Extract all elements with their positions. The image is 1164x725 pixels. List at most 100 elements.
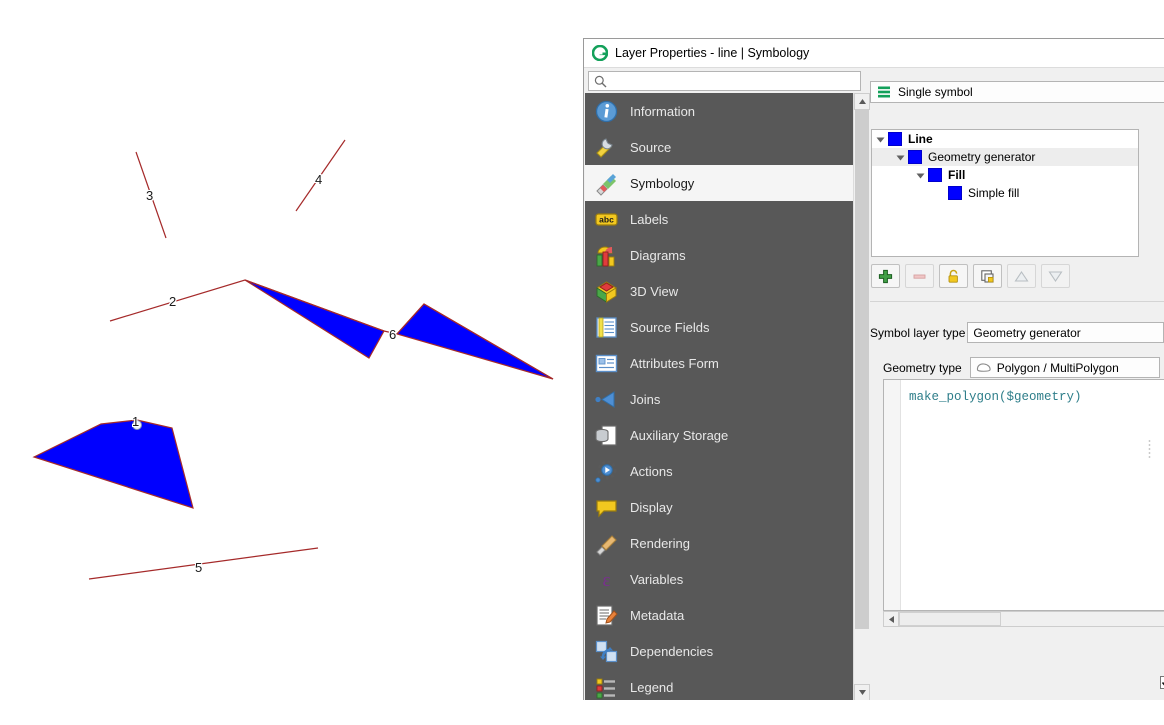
sidebar-item-label: Attributes Form [630,355,719,371]
geometry-type-value: Polygon / MultiPolygon [996,360,1119,375]
variables-epsilon-icon: ε [603,570,611,591]
sidebar-item-label: Joins [630,391,661,407]
sidebar-item-joins[interactable]: Joins [585,381,853,417]
remove-symbol-layer-button[interactable] [905,264,934,288]
sidebar-item-source[interactable]: Source [585,129,853,165]
symbol-color-swatch [908,150,922,164]
actions-gear-icon [595,459,617,483]
sidebar-scrollbar[interactable] [853,93,870,700]
renderer-type-combo[interactable]: Single symbol [870,81,1164,103]
sidebar-item-display[interactable]: Display [585,489,853,525]
sidebar-item-label: Diagrams [630,247,686,263]
sidebar-item-attributes-form[interactable]: Attributes Form [585,345,853,381]
sidebar-item-label: Symbology [630,175,695,191]
sidebar-item-diagrams[interactable]: Diagrams [585,237,853,273]
enable-layer-checkbox[interactable] [1160,675,1164,689]
sidebar-item-labels[interactable]: abc Labels [585,201,853,237]
map-features-layer [32,139,554,580]
splitter-handle[interactable] [1148,439,1153,461]
expression-text[interactable]: make_polygon($geometry) [909,390,1082,404]
sidebar-scroll-up-button[interactable] [854,93,870,110]
symbol-tree-label: Simple fill [968,186,1020,200]
panel-divider [870,301,1164,302]
symbol-tree-row[interactable]: Geometry generator [872,148,1138,166]
sidebar-item-label: 3D View [630,283,679,299]
sidebar-item-auxiliary-storage[interactable]: Auxiliary Storage [585,417,853,453]
tree-expand-arrow-icon[interactable] [876,135,885,144]
settings-sidebar[interactable]: Information Source Symbology abc Labels Diagr… [585,93,853,700]
auxiliary-storage-icon [595,424,617,446]
symbol-tree-row[interactable]: Line [872,130,1138,148]
sidebar-item-rendering[interactable]: Rendering [585,525,853,561]
arrow-down-icon [1048,270,1063,282]
map-feature-label-1: 1 [132,414,140,429]
sidebar-item-dependencies[interactable]: Dependencies [585,633,853,669]
sidebar-item-3d-view[interactable]: 3D View [585,273,853,309]
scroll-left-arrow-icon [888,615,894,623]
settings-search-row [585,69,864,91]
tree-expand-arrow-icon[interactable] [896,153,905,162]
3d-view-cube-icon [596,280,617,303]
arrow-up-icon [1014,270,1029,282]
sidebar-item-label: Variables [630,571,684,587]
symbol-tree-label: Fill [948,168,966,182]
duplicate-layer-button[interactable] [973,264,1002,288]
metadata-pencil-icon [596,604,618,626]
sidebar-item-actions[interactable]: Actions [585,453,853,489]
move-up-button[interactable] [1007,264,1036,288]
sidebar-item-information[interactable]: Information [585,93,853,129]
expression-horizontal-scrollbar[interactable] [883,611,1164,627]
map-feature-label-4: 4 [315,172,323,187]
geometry-type-combo[interactable]: Polygon / MultiPolygon [969,357,1160,378]
joins-icon [595,390,615,408]
geometry-type-label: Geometry type [883,360,962,375]
sidebar-scroll-thumb[interactable] [855,110,869,629]
sidebar-item-label: Legend [630,679,674,695]
search-input[interactable] [611,73,860,89]
sidebar-item-label: Auxiliary Storage [630,427,729,443]
symbol-layer-tree[interactable]: Line Geometry generator Fill Simple fill [871,129,1139,257]
svg-text:ε: ε [603,570,611,591]
rendering-brush-icon [596,534,617,556]
tree-expand-arrow-icon[interactable] [916,171,925,180]
symbol-tree-row[interactable]: Fill [872,166,1138,184]
move-down-button[interactable] [1041,264,1070,288]
symbol-layer-type-label: Symbol layer type [870,325,966,340]
dependencies-icon [595,640,618,662]
sidebar-item-legend[interactable]: Legend [585,669,853,700]
sidebar-item-source-fields[interactable]: Source Fields [585,309,853,345]
symbol-layer-type-value: Geometry generator [973,325,1081,340]
symbol-color-swatch [948,186,962,200]
sidebar-item-label: Source Fields [630,319,710,335]
symbology-bottom-controls: Enable layer Draw effects [1156,665,1164,700]
search-box[interactable] [588,71,861,91]
expression-scroll-left-button[interactable] [884,612,899,626]
geometry-expression-editor[interactable]: make_polygon($geometry) [883,379,1164,611]
add-symbol-layer-button[interactable] [871,264,900,288]
sidebar-item-label: Dependencies [630,643,714,659]
symbology-brush-icon [596,173,616,196]
sidebar-scroll-track[interactable] [854,629,870,684]
lock-layer-colors-button[interactable] [939,264,968,288]
map-canvas[interactable]: 1 2 3 4 5 6 [0,0,583,725]
map-feature-line-5 [88,547,319,580]
sidebar-item-variables[interactable]: ε Variables [585,561,853,597]
renderer-type-label: Single symbol [898,85,973,99]
sidebar-item-metadata[interactable]: Metadata [585,597,853,633]
sidebar-scroll-down-button[interactable] [854,684,870,700]
display-balloon-icon [596,499,617,517]
sidebar-item-label: Rendering [630,535,690,551]
map-feature-polygon-6a [244,279,385,359]
sidebar-item-symbology[interactable]: Symbology [585,165,853,201]
symbol-tree-toolbar [871,264,1139,290]
single-symbol-icon [878,86,890,98]
symbol-layer-type-combo[interactable]: Geometry generator [967,322,1164,343]
expression-scroll-thumb[interactable] [899,612,1001,626]
labels-abc-icon: abc [595,212,618,226]
search-icon [594,75,607,87]
diagrams-chart-icon [596,246,615,266]
attributes-form-icon [595,354,618,372]
symbol-tree-row[interactable]: Simple fill [872,184,1138,202]
enable-layer-row: Enable layer [1160,673,1164,691]
sidebar-item-label: Labels [630,211,669,227]
